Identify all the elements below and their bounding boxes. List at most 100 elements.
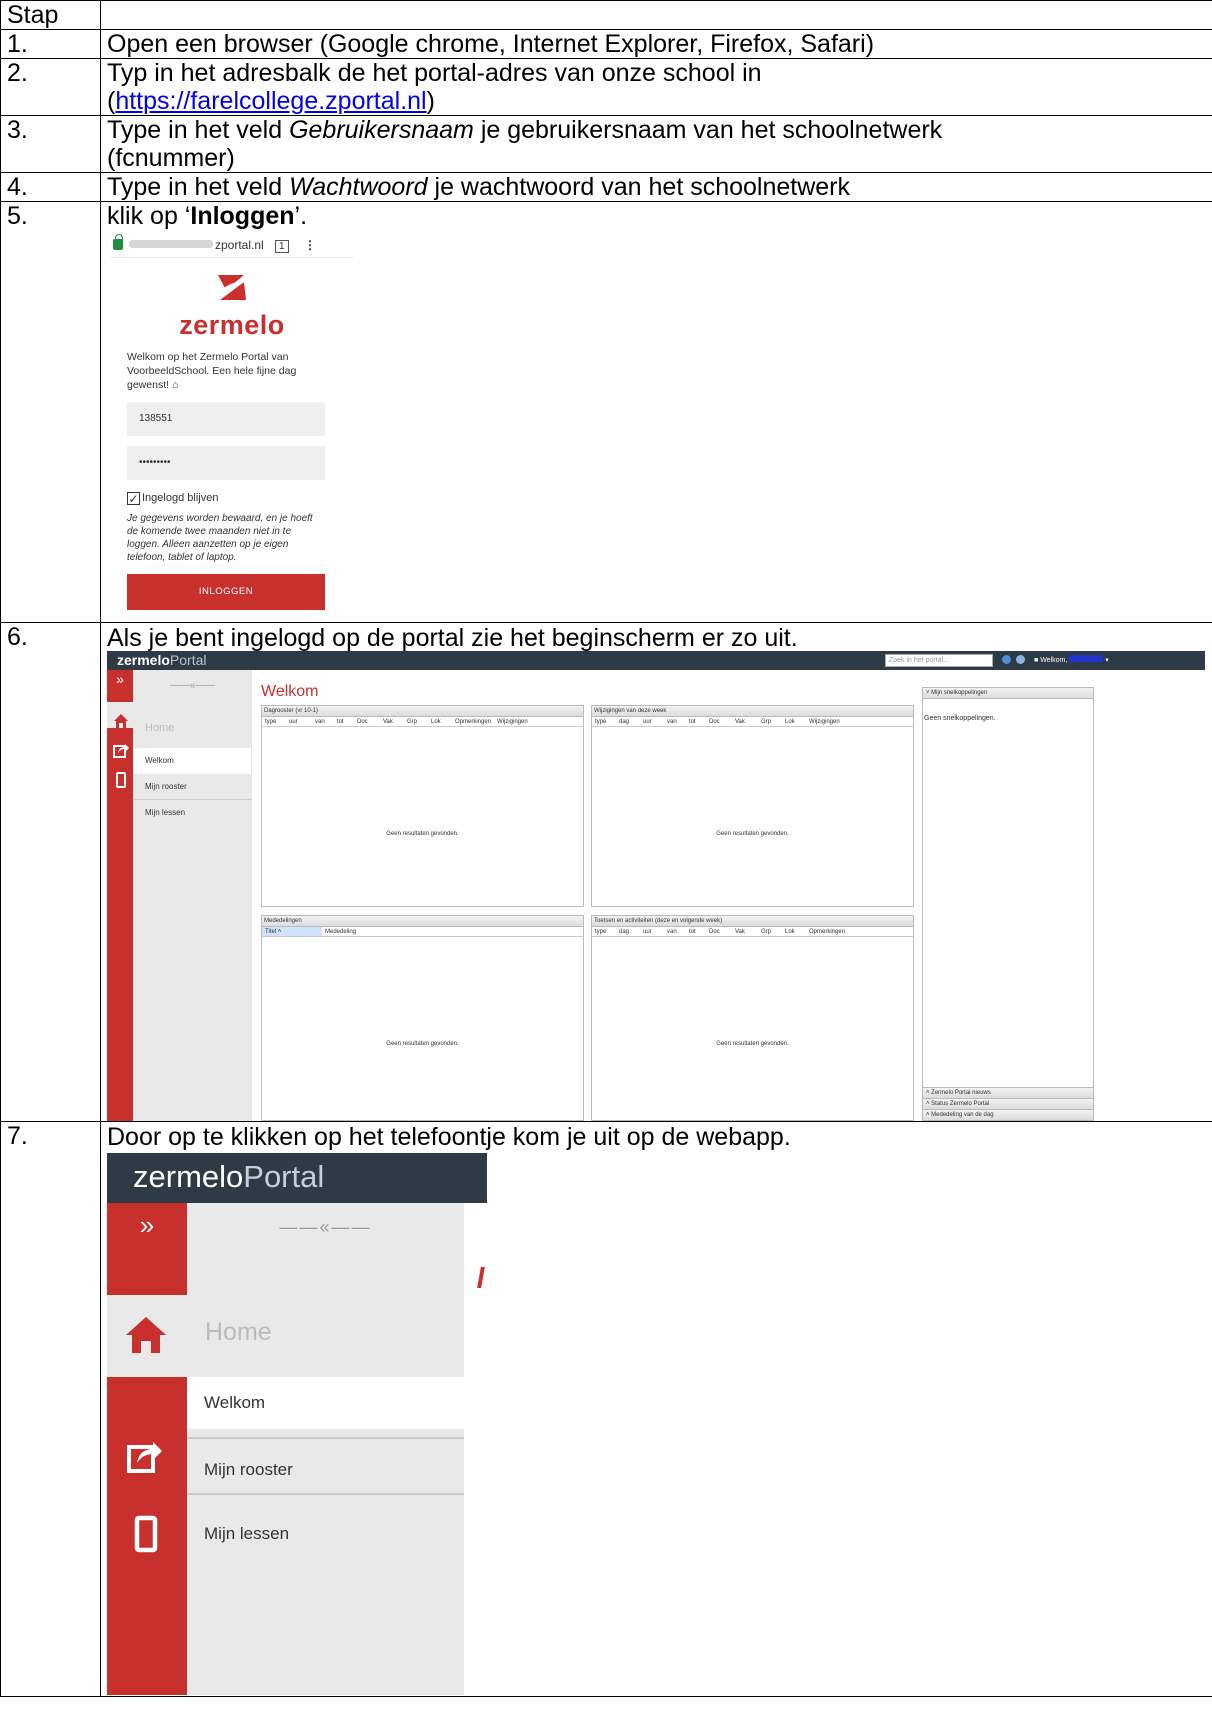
step-row-3: 3. Type in het veld Gebruikersnaam je ge… (0, 115, 1212, 173)
logo-wordmark: zermelo (179, 310, 285, 340)
remember-me-note: Je gegevens worden bewaard, en je hoeft … (127, 513, 313, 563)
step-text: Door op te klikken op het telefoontje ko… (107, 1123, 791, 1151)
step-row-4: 4. Type in het veld Wachtwoord je wachtw… (0, 172, 1212, 202)
nav-item-welkom[interactable]: Welkom (133, 748, 251, 774)
panel-title[interactable]: ˅ Mijn snelkoppelingen (923, 688, 1093, 699)
login-screenshot: zportal.nl 1 ⋮ zermelo Welkom op het Zer… (111, 232, 353, 610)
column-headers: type dag uur van tot Doc Vak Grp Lok Wijzigingen (592, 717, 913, 727)
remember-me-checkbox[interactable]: ✓ (127, 492, 140, 505)
step-number: 1. (0, 29, 101, 59)
step-text: Type in het veld Wachtwoord je wachtwoor… (100, 172, 1212, 202)
empty-message: Geen snelkoppelingen. (924, 715, 996, 722)
page-title: Welkom (261, 683, 319, 700)
portal-icon-bar: » (107, 670, 133, 1121)
step-row-7: 7. Door op te klikken op het telefoontje… (0, 1121, 1212, 1697)
portal-brand: zermeloPortal (117, 652, 207, 668)
panel-title: Mededelingen (262, 916, 583, 927)
zoom-brand: zermeloPortal (133, 1159, 325, 1194)
panel-snelkoppelingen: ˅ Mijn snelkoppelingen Geen snelkoppelin… (922, 687, 1094, 1121)
help-icon[interactable] (1016, 655, 1025, 664)
remember-me-label: Ingelogd blijven (142, 492, 219, 504)
panel-title: Dagrooster (vr 10-1) (262, 706, 583, 717)
collapse-icon[interactable]: ——«—— (187, 1213, 464, 1241)
instruction-table: Stap 1. Open een browser (Google chrome,… (0, 0, 1212, 1697)
panel-title: Toetsen en activiteiten (deze en volgend… (592, 916, 913, 927)
footer-portal-nieuws[interactable]: ˄ Zermelo Portal nieuws (923, 1087, 1093, 1098)
expand-icon[interactable]: » (107, 1211, 187, 1239)
step-number: 5. (0, 201, 101, 623)
nav-home-label[interactable]: Home (205, 1318, 272, 1346)
phone-icon[interactable] (113, 766, 129, 788)
remember-me-row[interactable]: ✓ Ingelogd blijven (127, 490, 353, 506)
nav-item-mijn-lessen[interactable]: Mijn lessen (187, 1508, 464, 1560)
portal-sidebar: ——«—— Home Welkom Mijn rooster Mijn less… (133, 670, 252, 1121)
nav-item-welkom[interactable]: Welkom (187, 1377, 464, 1429)
cropped-title-fragment (477, 1267, 485, 1288)
empty-message: Geen resultaten gevonden. (716, 1041, 789, 1047)
home-icon[interactable] (125, 1315, 167, 1361)
footer-mededeling-dag[interactable]: ˄ Mededeling van de dag (923, 1109, 1093, 1120)
portal-topbar: zermeloPortal Zoek in het portal... ■ We… (107, 651, 1205, 670)
step-number: 4. (0, 172, 101, 202)
share-icon[interactable] (113, 736, 129, 758)
panel-wijzigingen: Wijzigingen van deze week type dag uur van t… (591, 705, 914, 907)
column-headers: type dag uur van tot Doc Vak Grp Lok Opmerkingen (592, 927, 913, 937)
step-number: 7. (0, 1121, 101, 1697)
browser-url-bar[interactable]: zportal.nl 1 ⋮ (111, 232, 353, 258)
redacted-subdomain (129, 240, 213, 248)
username-field[interactable]: 138551 (127, 402, 325, 436)
zoom-topbar: zermeloPortal (107, 1153, 487, 1203)
nav-item-mijn-rooster[interactable]: Mijn rooster (187, 1437, 464, 1495)
home-icon[interactable] (113, 707, 129, 728)
step-text: Type in het veld Gebruikersnaam je gebru… (100, 115, 1212, 173)
empty-message: Geen resultaten gevonden. (716, 831, 789, 837)
password-field[interactable]: ••••••••• (127, 446, 325, 480)
header-step-label: Stap (7, 1, 59, 29)
step-number: 6. (0, 622, 101, 1122)
column-headers: Titel ˄ Mededeling (262, 927, 583, 937)
nav-item-mijn-rooster[interactable]: Mijn rooster (133, 774, 252, 800)
tab-count-icon[interactable]: 1 (275, 240, 289, 253)
side-footers: ˄ Zermelo Portal nieuws ˄ Status Zermelo… (923, 1087, 1093, 1120)
portal-url-link[interactable]: https://farelcollege.zportal.nl (115, 87, 426, 115)
share-icon[interactable] (127, 1439, 163, 1479)
nav-item-mijn-lessen[interactable]: Mijn lessen (133, 800, 252, 826)
step-text: Open een browser (Google chrome, Interne… (100, 29, 1212, 59)
zoomed-sidebar-screenshot: zermeloPortal » ——«—— Home Welkom Mijn r… (107, 1153, 497, 1695)
step-text: Als je bent ingelogd op de portal zie he… (107, 624, 798, 652)
redacted-username (1069, 655, 1104, 662)
empty-message: Geen resultaten gevonden. (386, 831, 459, 837)
refresh-icon[interactable] (1002, 655, 1011, 664)
step-row-1: 1. Open een browser (Google chrome, Inte… (0, 29, 1212, 59)
collapse-icon[interactable]: ——«—— (133, 672, 252, 700)
step-number: 3. (0, 115, 101, 173)
panel-mededelingen: Mededelingen Titel ˄ Mededeling Geen resu… (261, 915, 584, 1121)
header-desc-cell (100, 0, 1212, 30)
step-text: Typ in het adresbalk de het portal-adres… (100, 58, 1212, 116)
panel-title: Wijzigingen van deze week (592, 706, 913, 717)
welcome-message: Welkom op het Zermelo Portal van Voorbee… (127, 351, 297, 391)
nav-home-label[interactable]: Home (145, 714, 252, 742)
step-row-2: 2. Typ in het adresbalk de het portal-ad… (0, 58, 1212, 116)
column-headers: type uur van tot Doc Vak Grp Lok Opmerkingen Wijz… (262, 717, 583, 727)
portal-search-input[interactable]: Zoek in het portal... (885, 654, 993, 667)
step-content: klik op ‘Inloggen’. zportal.nl 1 ⋮ zerme… (100, 201, 1212, 623)
more-menu-icon[interactable]: ⋮ (304, 232, 316, 258)
step-number: 2. (0, 58, 101, 116)
step-row-5: 5. klik op ‘Inloggen’. zportal.nl 1 ⋮ ze… (0, 201, 1212, 623)
zermelo-logo: zermelo (111, 272, 353, 340)
header-row: Stap (0, 0, 1212, 30)
step-text: klik op ‘Inloggen’. (107, 202, 308, 230)
lock-icon (113, 234, 123, 250)
step-content: Als je bent ingelogd op de portal zie he… (100, 622, 1212, 1122)
panel-dagrooster: Dagrooster (vr 10-1) type uur van tot Doc Vak… (261, 705, 584, 907)
footer-status-portal[interactable]: ˄ Status Zermelo Portal (923, 1098, 1093, 1109)
empty-message: Geen resultaten gevonden. (386, 1041, 459, 1047)
zermelo-logo-mark-icon (218, 275, 247, 300)
expand-icon[interactable]: » (107, 671, 133, 687)
phone-icon[interactable] (134, 1515, 158, 1559)
user-menu[interactable]: ■ Welkom, ▾ (1034, 654, 1109, 667)
login-button[interactable]: INLOGGEN (127, 574, 325, 610)
step-content: Door op te klikken op het telefoontje ko… (100, 1121, 1212, 1697)
panel-toetsen: Toetsen en activiteiten (deze en volgend… (591, 915, 914, 1121)
